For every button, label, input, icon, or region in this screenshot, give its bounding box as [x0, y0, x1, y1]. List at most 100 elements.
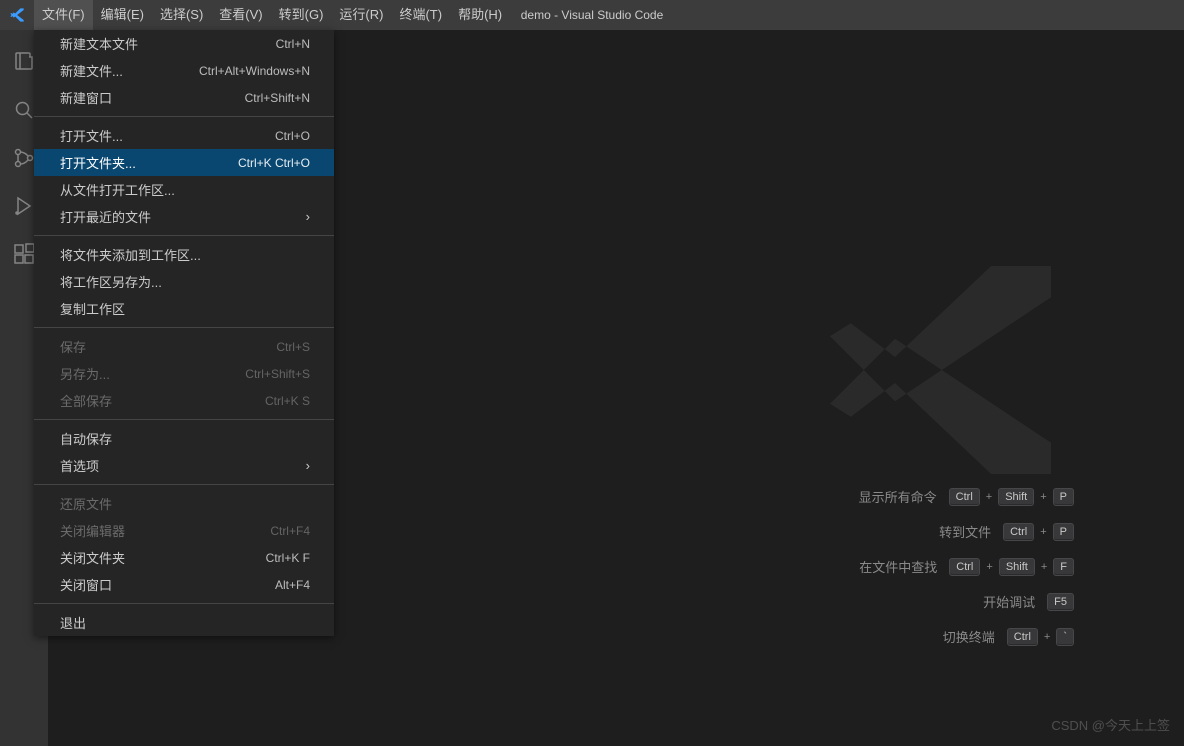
menu-label: 将文件夹添加到工作区... — [60, 245, 201, 264]
menu-shortcut: Ctrl+F4 — [270, 524, 310, 538]
welcome-hints: 显示所有命令 Ctrl + Shift + P 转到文件 Ctrl + P 在文 — [859, 487, 1074, 646]
menu-duplicate-workspace[interactable]: 复制工作区 — [34, 295, 334, 322]
menu-terminal[interactable]: 终端(T) — [391, 0, 450, 30]
separator — [34, 327, 334, 328]
separator — [34, 116, 334, 117]
menu-shortcut: Ctrl+K F — [266, 551, 310, 565]
menu-label: 还原文件 — [60, 494, 112, 513]
menu-open-file[interactable]: 打开文件... Ctrl+O — [34, 122, 334, 149]
key: Ctrl — [1003, 523, 1034, 541]
menu-exit[interactable]: 退出 — [34, 609, 334, 636]
menu-label: 新建文本文件 — [60, 34, 138, 53]
hint-label: 显示所有命令 — [859, 487, 937, 506]
title-bar: 文件(F) 编辑(E) 选择(S) 查看(V) 转到(G) 运行(R) 终端(T… — [0, 0, 1184, 30]
menu-goto[interactable]: 转到(G) — [271, 0, 332, 30]
menu-label: 首选项 — [60, 456, 99, 475]
menu-new-text-file[interactable]: 新建文本文件 Ctrl+N — [34, 30, 334, 57]
hint-goto-file: 转到文件 Ctrl + P — [859, 522, 1074, 541]
menu-shortcut: Ctrl+N — [276, 37, 310, 51]
window-title: demo - Visual Studio Code — [521, 8, 664, 22]
menu-shortcut: Ctrl+S — [276, 340, 310, 354]
menu-auto-save[interactable]: 自动保存 — [34, 425, 334, 452]
menu-edit[interactable]: 编辑(E) — [93, 0, 152, 30]
hint-show-commands: 显示所有命令 Ctrl + Shift + P — [859, 487, 1074, 506]
separator — [34, 484, 334, 485]
menu-select[interactable]: 选择(S) — [152, 0, 211, 30]
menu-label: 退出 — [60, 613, 86, 632]
menu-open-workspace[interactable]: 从文件打开工作区... — [34, 176, 334, 203]
menu-shortcut: Ctrl+K S — [265, 394, 310, 408]
menu-save[interactable]: 保存 Ctrl+S — [34, 333, 334, 360]
key: P — [1053, 488, 1074, 506]
menu-label: 从文件打开工作区... — [60, 180, 175, 199]
menu-shortcut: Ctrl+Shift+N — [245, 91, 310, 105]
key: F5 — [1047, 593, 1074, 611]
plus-icon: + — [1041, 561, 1047, 573]
menu-save-workspace-as[interactable]: 将工作区另存为... — [34, 268, 334, 295]
key: Shift — [999, 558, 1035, 576]
hint-start-debug: 开始调试 F5 — [859, 592, 1074, 611]
separator — [34, 603, 334, 604]
menu-label: 打开最近的文件 — [60, 207, 151, 226]
plus-icon: + — [1040, 526, 1046, 538]
menu-close-folder[interactable]: 关闭文件夹 Ctrl+K F — [34, 544, 334, 571]
hint-label: 切换终端 — [943, 627, 995, 646]
menu-label: 将工作区另存为... — [60, 272, 162, 291]
menu-label: 复制工作区 — [60, 299, 125, 318]
menu-label: 关闭窗口 — [60, 575, 112, 594]
menu-shortcut: Ctrl+K Ctrl+O — [238, 156, 310, 170]
menu-label: 另存为... — [60, 364, 110, 383]
menu-label: 打开文件... — [60, 126, 123, 145]
menu-label: 新建文件... — [60, 61, 123, 80]
menu-run[interactable]: 运行(R) — [331, 0, 391, 30]
menu-view[interactable]: 查看(V) — [211, 0, 270, 30]
menu-save-all[interactable]: 全部保存 Ctrl+K S — [34, 387, 334, 414]
menu-open-folder[interactable]: 打开文件夹... Ctrl+K Ctrl+O — [34, 149, 334, 176]
separator — [34, 419, 334, 420]
menu-shortcut: Alt+F4 — [275, 578, 310, 592]
plus-icon: + — [986, 561, 992, 573]
plus-icon: + — [1040, 491, 1046, 503]
menu-bar: 文件(F) 编辑(E) 选择(S) 查看(V) 转到(G) 运行(R) 终端(T… — [34, 0, 510, 30]
menu-label: 关闭文件夹 — [60, 548, 125, 567]
menu-shortcut: Ctrl+O — [275, 129, 310, 143]
chevron-right-icon: › — [306, 458, 310, 473]
menu-new-file[interactable]: 新建文件... Ctrl+Alt+Windows+N — [34, 57, 334, 84]
menu-label: 全部保存 — [60, 391, 112, 410]
menu-shortcut: Ctrl+Shift+S — [245, 367, 310, 381]
key: Ctrl — [1007, 628, 1038, 646]
key: ` — [1056, 628, 1074, 646]
key: Ctrl — [949, 558, 980, 576]
menu-label: 保存 — [60, 337, 86, 356]
file-menu-dropdown: 新建文本文件 Ctrl+N 新建文件... Ctrl+Alt+Windows+N… — [34, 30, 334, 636]
hint-find-in-files: 在文件中查找 Ctrl + Shift + F — [859, 557, 1074, 576]
menu-label: 打开文件夹... — [60, 153, 136, 172]
menu-add-folder-to-workspace[interactable]: 将文件夹添加到工作区... — [34, 241, 334, 268]
key: Shift — [998, 488, 1034, 506]
hint-label: 在文件中查找 — [859, 557, 937, 576]
hint-label: 转到文件 — [939, 522, 991, 541]
menu-revert-file[interactable]: 还原文件 — [34, 490, 334, 517]
csdn-watermark: CSDN @今天上上签 — [1051, 715, 1170, 734]
menu-help[interactable]: 帮助(H) — [450, 0, 510, 30]
key: F — [1053, 558, 1074, 576]
menu-file[interactable]: 文件(F) — [34, 0, 93, 30]
chevron-right-icon: › — [306, 209, 310, 224]
plus-icon: + — [986, 491, 992, 503]
menu-shortcut: Ctrl+Alt+Windows+N — [199, 64, 310, 78]
separator — [34, 235, 334, 236]
menu-new-window[interactable]: 新建窗口 Ctrl+Shift+N — [34, 84, 334, 111]
hint-label: 开始调试 — [983, 592, 1035, 611]
key: P — [1053, 523, 1074, 541]
menu-close-window[interactable]: 关闭窗口 Alt+F4 — [34, 571, 334, 598]
hint-toggle-terminal: 切换终端 Ctrl + ` — [859, 627, 1074, 646]
menu-close-editor[interactable]: 关闭编辑器 Ctrl+F4 — [34, 517, 334, 544]
vscode-icon — [0, 7, 34, 23]
key: Ctrl — [949, 488, 980, 506]
menu-open-recent[interactable]: 打开最近的文件 › — [34, 203, 334, 230]
vscode-watermark-icon — [804, 240, 1064, 503]
menu-save-as[interactable]: 另存为... Ctrl+Shift+S — [34, 360, 334, 387]
menu-label: 新建窗口 — [60, 88, 112, 107]
plus-icon: + — [1044, 631, 1050, 643]
menu-preferences[interactable]: 首选项 › — [34, 452, 334, 479]
